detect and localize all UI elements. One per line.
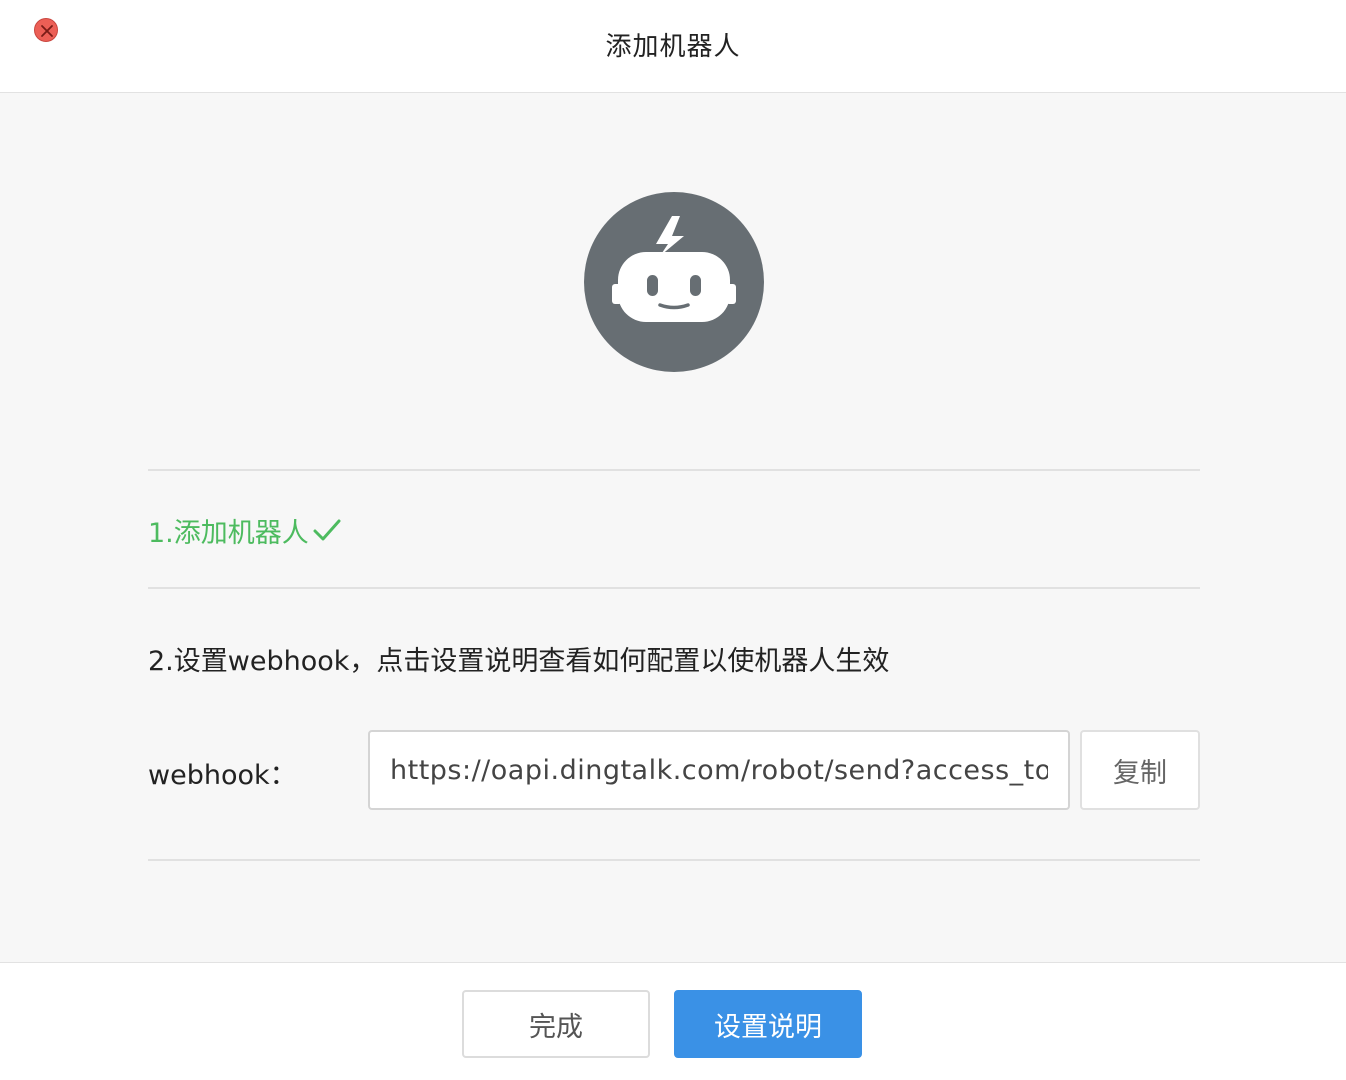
webhook-url-field[interactable] (368, 730, 1070, 810)
checkmark-icon (313, 519, 341, 541)
title-bar: 添加机器人 (0, 0, 1346, 93)
divider (148, 469, 1200, 471)
copy-button[interactable]: 复制 (1080, 730, 1200, 810)
divider (148, 587, 1200, 589)
step-2-instructions: 2.设置webhook，点击设置说明查看如何配置以使机器人生效 (148, 646, 890, 677)
dialog-title: 添加机器人 (605, 32, 741, 62)
robot-icon (584, 192, 764, 372)
divider (148, 859, 1200, 861)
dialog-content: 1.添加机器人 2.设置webhook，点击设置说明查看如何配置以使机器人生效 … (0, 93, 1346, 963)
dialog-footer: 完成 设置说明 (0, 963, 1346, 1080)
step-1-status: 1.添加机器人 (148, 512, 341, 549)
webhook-label: webhook： (148, 760, 297, 791)
add-robot-dialog: 添加机器人 1.添加机器人 2.设置webhook，点击设置说明查看如何配置以使… (0, 0, 1346, 1080)
step-1-label: 1.添加机器人 (148, 517, 309, 549)
done-button[interactable]: 完成 (462, 990, 650, 1058)
setup-guide-button[interactable]: 设置说明 (674, 990, 862, 1058)
